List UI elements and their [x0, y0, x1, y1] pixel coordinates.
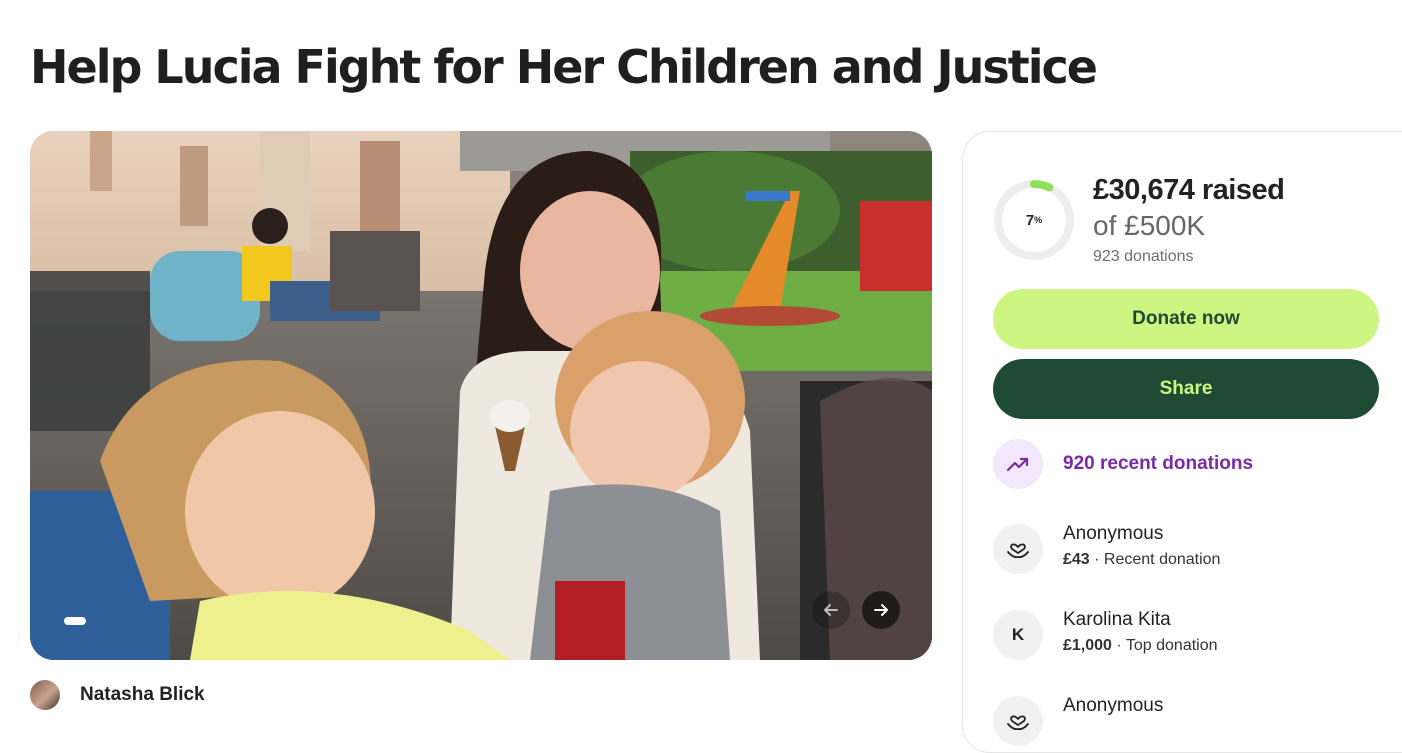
- donor-name: Anonymous: [1063, 695, 1164, 716]
- donation-count: 923 donations: [1093, 248, 1194, 265]
- trending-up-icon: [993, 439, 1043, 489]
- donation-card: 7% £30,674 raised of £500K 923 donations…: [962, 131, 1402, 753]
- organizer-avatar[interactable]: [30, 680, 60, 710]
- share-button[interactable]: Share: [993, 359, 1379, 419]
- donation-detail: £1,000 · Top donation: [1063, 633, 1218, 659]
- gallery-dot-active[interactable]: [64, 617, 86, 625]
- detail-separator: ·: [1089, 551, 1104, 568]
- donor-name: Karolina Kita: [1063, 609, 1171, 630]
- campaign-photo-image: [30, 131, 932, 660]
- amount-raised: £30,674 raised: [1093, 174, 1285, 206]
- recent-donations-link[interactable]: 920 recent donations: [993, 439, 1253, 489]
- page-title: Help Lucia Fight for Her Children and Ju…: [30, 40, 1098, 94]
- progress-percent: 7%: [993, 179, 1075, 261]
- organizer: Natasha Blick: [30, 680, 205, 710]
- donation-item: Anonymous £43 · Recent donation: [993, 521, 1220, 574]
- donation-item: Anonymous: [993, 693, 1163, 746]
- arrow-right-icon: [874, 604, 888, 616]
- progress-percent-value: 7: [1025, 211, 1035, 229]
- donor-name: Anonymous: [1063, 523, 1164, 544]
- donation-item: K Karolina Kita £1,000 · Top donation: [993, 607, 1218, 660]
- campaign-photo[interactable]: [30, 131, 932, 660]
- detail-separator: ·: [1111, 637, 1126, 654]
- gallery-prev-button[interactable]: [812, 591, 850, 629]
- donor-initial-avatar: K: [993, 610, 1043, 660]
- donation-type: Top donation: [1125, 637, 1218, 654]
- donation-detail: £43 · Recent donation: [1063, 547, 1220, 573]
- recent-donations-label: 920 recent donations: [1063, 453, 1254, 474]
- donation-amount: £43: [1063, 551, 1090, 568]
- donate-button[interactable]: Donate now: [993, 289, 1379, 349]
- progress-percent-sign: %: [1034, 215, 1043, 225]
- heart-hand-icon: [993, 696, 1043, 746]
- gallery-next-button[interactable]: [862, 591, 900, 629]
- donation-amount: £1,000: [1063, 637, 1112, 654]
- organizer-name[interactable]: Natasha Blick: [80, 684, 205, 706]
- arrow-left-icon: [824, 604, 838, 616]
- progress-ring: 7%: [993, 179, 1075, 261]
- goal-amount: of £500K: [1093, 210, 1206, 241]
- donation-type: Recent donation: [1103, 551, 1221, 568]
- heart-hand-icon: [993, 524, 1043, 574]
